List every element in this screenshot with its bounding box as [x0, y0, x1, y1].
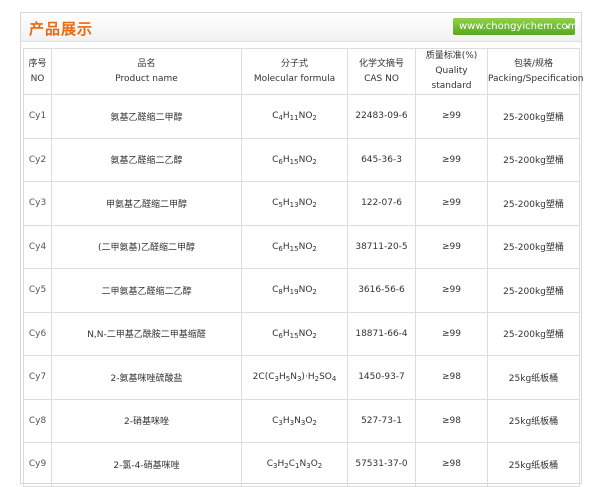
cell-formula: 2C(C3H5N3)·H2SO4: [241, 355, 348, 400]
cell-no: Cy5: [23, 268, 52, 313]
col-header-name: 品名 Product name: [51, 48, 242, 95]
table-row: Cy8 2-硝基咪唑 C3H3N3O2 527-73-1 ≥98 25kg纸板桶: [23, 398, 580, 443]
col-header-no: 序号 NO: [23, 48, 52, 95]
cell-no: Cy4: [23, 224, 52, 269]
cell-formula: C3H2C1N3O2: [241, 442, 348, 487]
cell-no: Cy2: [23, 137, 52, 182]
cell-packing: 25-200kg塑桶: [487, 94, 580, 139]
product-table: 序号 NO 品名 Product name 分子式 Molecular formula…: [23, 48, 583, 487]
col-header-formula: 分子式 Molecular formula: [241, 48, 348, 95]
cell-product-name: 氨基乙醛缩二乙醇: [51, 137, 242, 182]
cell-product-name: (二甲氨基)乙醛缩二甲醇: [51, 224, 242, 269]
page-title: 产品展示: [29, 20, 94, 38]
table-row: Cy1 氨基乙醛缩二甲醇 C4H11NO2 22483-09-6 ≥99 25-200kg…: [23, 94, 580, 139]
cell-quality: ≥99: [415, 268, 488, 313]
cell-cas: 122-07-6: [347, 181, 416, 226]
website-link-button[interactable]: www.chongyichem.com ▸: [453, 18, 577, 35]
col-header-packing: 包装/规格 Packing/Specification: [487, 48, 583, 95]
table-row: Cy4 (二甲氨基)乙醛缩二甲醇 C6H15NO2 38711-20-5 ≥99 25-2…: [23, 224, 580, 269]
table-header-row: 序号 NO 品名 Product name 分子式 Molecular formula…: [23, 48, 583, 95]
cell-product-name: 氨基乙醛缩二甲醇: [51, 94, 242, 139]
table-row: Cy2 氨基乙醛缩二乙醇 C6H15NO2 645-36-3 ≥99 25-200kg塑桶: [23, 137, 580, 182]
cell-cas: 22483-09-6: [347, 94, 416, 139]
cell-quality: ≥99: [415, 137, 488, 182]
cell-no: Cy3: [23, 181, 52, 226]
cell-product-name: N,N-二甲基乙酰胺二甲基缩醛: [51, 311, 242, 356]
cell-cas: 3616-56-6: [347, 268, 416, 313]
table-row: Cy3 甲氨基乙醛缩二甲醇 C5H13NO2 122-07-6 ≥99 25-200kg塑…: [23, 181, 580, 226]
cell-quality: ≥98: [415, 398, 488, 443]
cell-quality: ≥99: [415, 181, 488, 226]
cell-packing: 25kg纸板桶: [487, 398, 580, 443]
arrow-right-icon: ▸: [565, 22, 570, 31]
panel-header: 产品展示 www.chongyichem.com ▸: [21, 13, 581, 42]
cell-cas: 527-73-1: [347, 398, 416, 443]
cell-cas: 18871-66-4: [347, 311, 416, 356]
cell-packing: 25-200kg塑桶: [487, 268, 580, 313]
cell-cas: 57531-37-0: [347, 442, 416, 487]
cell-packing: 25kg纸板桶: [487, 355, 580, 400]
cell-no: Cy8: [23, 398, 52, 443]
cell-quality: ≥99: [415, 94, 488, 139]
cell-no: Cy6: [23, 311, 52, 356]
cell-formula: C8H19NO2: [241, 268, 348, 313]
cell-packing: 25-200kg塑桶: [487, 181, 580, 226]
table-row: Cy7 2-氨基咪唑硫酸盐 2C(C3H5N3)·H2SO4 1450-93-7 ≥98…: [23, 355, 580, 400]
cell-quality: ≥99: [415, 311, 488, 356]
cell-packing: 25-200kg塑桶: [487, 224, 580, 269]
cell-no: Cy9: [23, 442, 52, 487]
product-panel: 产品展示 www.chongyichem.com ▸ 序号 NO 品名 Produc…: [20, 12, 583, 487]
cell-product-name: 2-氯-4-硝基咪唑: [51, 442, 242, 487]
table-row: Cy9 2-氯-4-硝基咪唑 C3H2C1N3O2 57531-37-0 ≥98 25kg…: [23, 442, 580, 487]
cell-formula: C4H11NO2: [241, 94, 348, 139]
cell-packing: 25-200kg塑桶: [487, 137, 580, 182]
table-row: Cy6 N,N-二甲基乙酰胺二甲基缩醛 C6H15NO2 18871-66-4 ≥99 2…: [23, 311, 580, 356]
cell-cas: 38711-20-5: [347, 224, 416, 269]
col-header-quality: 质量标准(%) Quality standard: [415, 48, 488, 95]
cell-quality: ≥99: [415, 224, 488, 269]
cell-formula: C5H13NO2: [241, 181, 348, 226]
cell-no: Cy1: [23, 94, 52, 139]
cell-formula: C6H15NO2: [241, 311, 348, 356]
website-url[interactable]: www.chongyichem.com: [459, 18, 577, 35]
cell-cas: 1450-93-7: [347, 355, 416, 400]
cell-no: Cy7: [23, 355, 52, 400]
cell-quality: ≥98: [415, 442, 488, 487]
cell-cas: 645-36-3: [347, 137, 416, 182]
cell-formula: C6H15NO2: [241, 224, 348, 269]
cell-packing: 25kg纸板桶: [487, 442, 580, 487]
cell-formula: C6H15NO2: [241, 137, 348, 182]
cell-formula: C3H3N3O2: [241, 398, 348, 443]
cell-quality: ≥98: [415, 355, 488, 400]
col-header-cas: 化学文摘号 CAS NO: [347, 48, 416, 95]
cell-product-name: 甲氨基乙醛缩二甲醇: [51, 181, 242, 226]
cell-packing: 25-200kg塑桶: [487, 311, 580, 356]
cell-product-name: 2-氨基咪唑硫酸盐: [51, 355, 242, 400]
table-row: Cy5 二甲氨基乙醛缩二乙醇 C8H19NO2 3616-56-6 ≥99 25-200k…: [23, 268, 580, 313]
cell-product-name: 2-硝基咪唑: [51, 398, 242, 443]
cell-product-name: 二甲氨基乙醛缩二乙醇: [51, 268, 242, 313]
